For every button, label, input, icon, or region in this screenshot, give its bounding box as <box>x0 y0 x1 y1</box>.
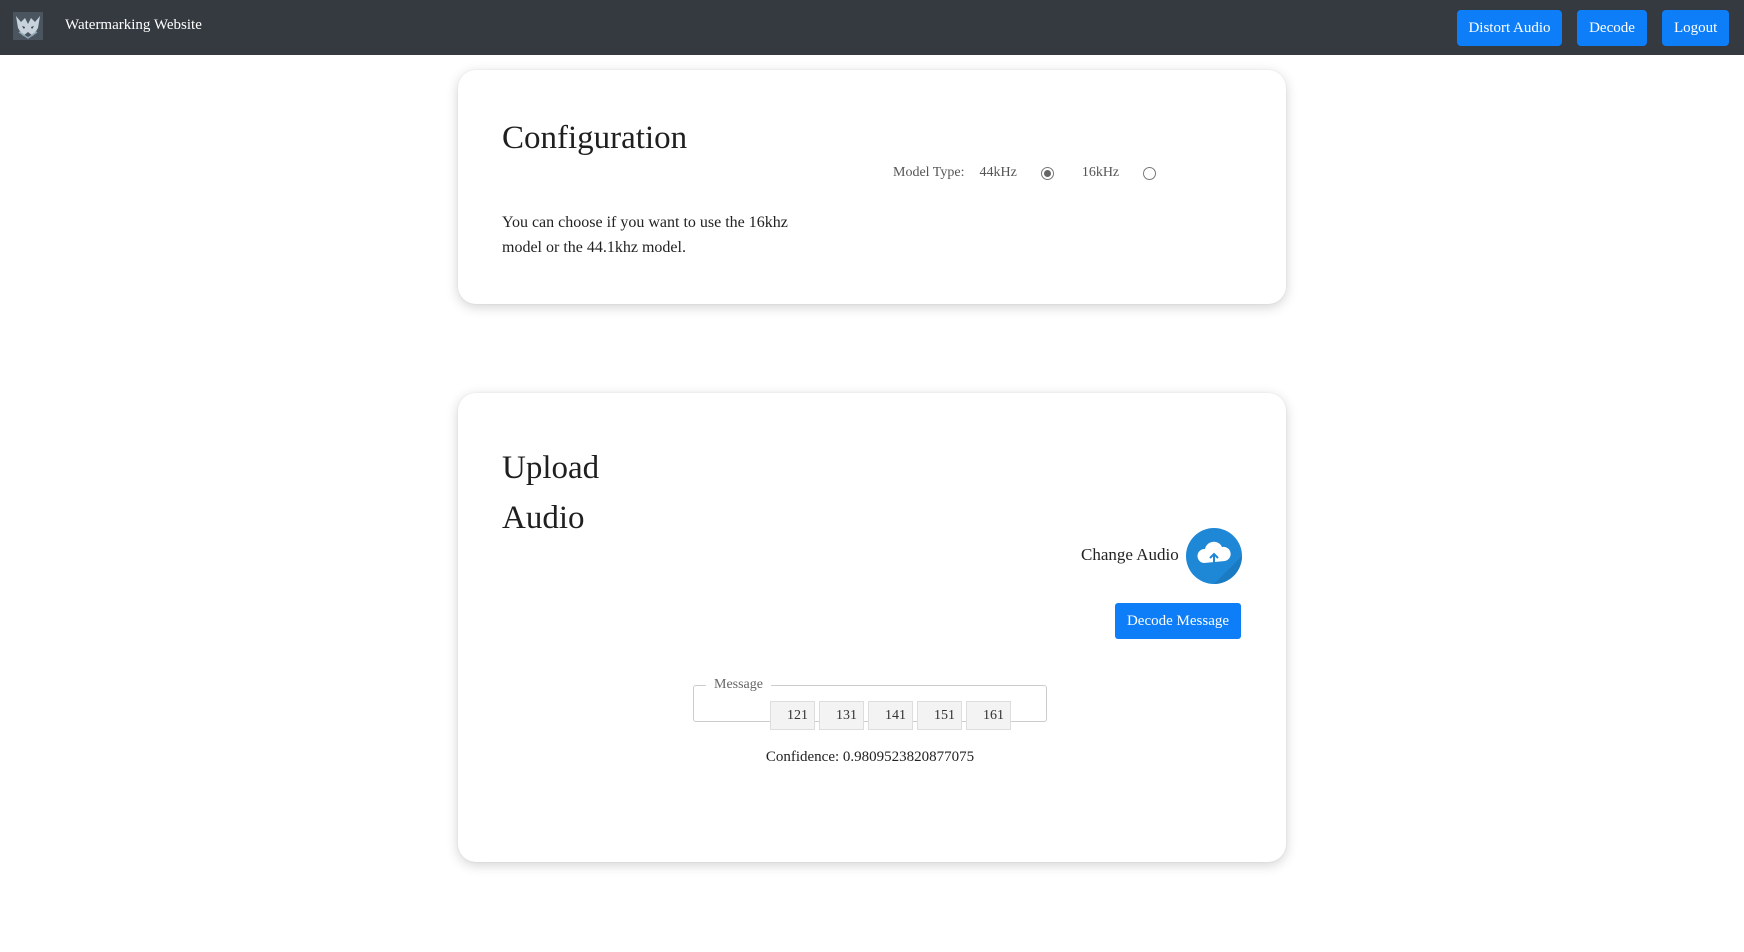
message-value-2[interactable] <box>819 701 864 730</box>
brand-title[interactable]: Watermarking Website <box>65 17 202 34</box>
message-value-3[interactable] <box>868 701 913 730</box>
logout-button[interactable]: Logout <box>1662 10 1730 46</box>
model-type-label: Model Type: <box>893 165 965 180</box>
decode-message-button[interactable]: Decode Message <box>1115 603 1241 639</box>
message-values <box>770 701 1011 730</box>
message-legend: Message <box>714 677 763 692</box>
configuration-card: Configuration You can choose if you want… <box>458 70 1286 304</box>
upload-audio-card: Upload Audio Change Audio Decode Message… <box>458 393 1286 862</box>
model-type-selector: Model Type: 44kHz 16kHz <box>893 165 1157 181</box>
confidence-text: Confidence: 0.9809523820877075 <box>765 749 975 765</box>
radio-44khz[interactable] <box>1040 166 1054 180</box>
configuration-description: You can choose if you want to use the 16… <box>502 214 788 256</box>
configuration-title: Configuration <box>502 120 688 156</box>
navbar: Watermarking Website Distort Audio Decod… <box>0 0 1744 55</box>
message-value-1[interactable] <box>770 701 815 730</box>
message-value-5[interactable] <box>966 701 1011 730</box>
option-16khz-label: 16kHz <box>1081 165 1120 180</box>
distort-audio-button[interactable]: Distort Audio <box>1457 10 1562 46</box>
message-fieldset: Message <box>693 677 1047 730</box>
radio-16khz[interactable] <box>1143 166 1157 180</box>
upload-audio-title: Upload Audio <box>502 450 600 536</box>
message-value-4[interactable] <box>917 701 962 730</box>
decode-nav-button[interactable]: Decode <box>1577 10 1647 46</box>
option-44khz-label: 44kHz <box>979 165 1017 180</box>
cloud-upload-icon[interactable] <box>1186 528 1242 584</box>
change-audio-label: Change Audio <box>1081 545 1179 564</box>
brand-logo-icon[interactable] <box>13 12 43 40</box>
